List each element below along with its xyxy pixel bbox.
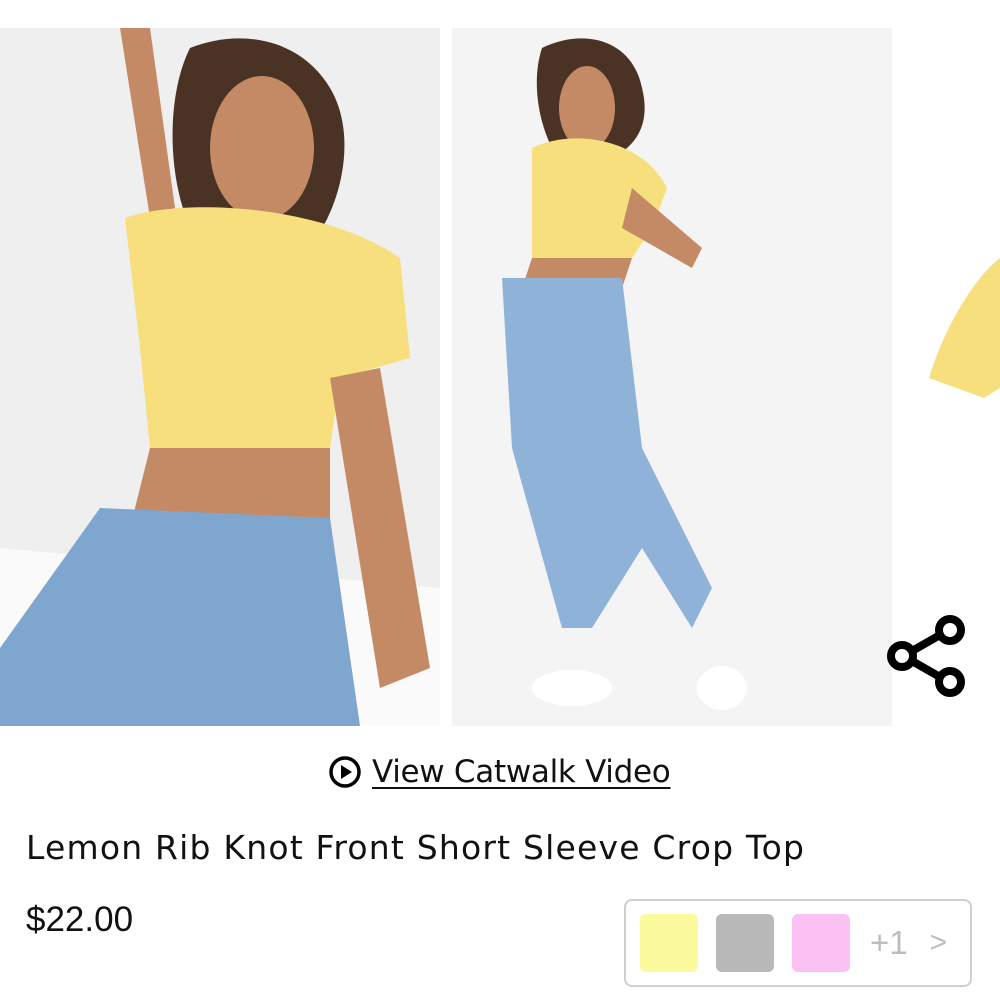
product-image-gallery[interactable] [0, 0, 1000, 730]
product-price: $22.00 [26, 900, 134, 939]
view-catwalk-video-link[interactable]: View Catwalk Video [328, 748, 671, 796]
more-colors-button[interactable]: +1 > [870, 924, 947, 962]
share-icon [887, 615, 965, 697]
product-photo-front[interactable] [0, 28, 440, 726]
more-colors-count: +1 [870, 924, 908, 961]
color-swatch-pink[interactable] [792, 914, 850, 972]
chevron-right-icon: > [929, 926, 948, 959]
product-photo-back[interactable] [452, 28, 892, 726]
video-link-label: View Catwalk Video [372, 754, 671, 790]
color-swatch-lemon[interactable] [640, 914, 698, 972]
color-swatch-selector[interactable]: +1 > [624, 899, 972, 987]
play-circle-icon [329, 756, 361, 788]
product-title: Lemon Rib Knot Front Short Sleeve Crop T… [26, 828, 806, 867]
share-button[interactable] [884, 612, 972, 700]
color-swatch-grey[interactable] [716, 914, 774, 972]
